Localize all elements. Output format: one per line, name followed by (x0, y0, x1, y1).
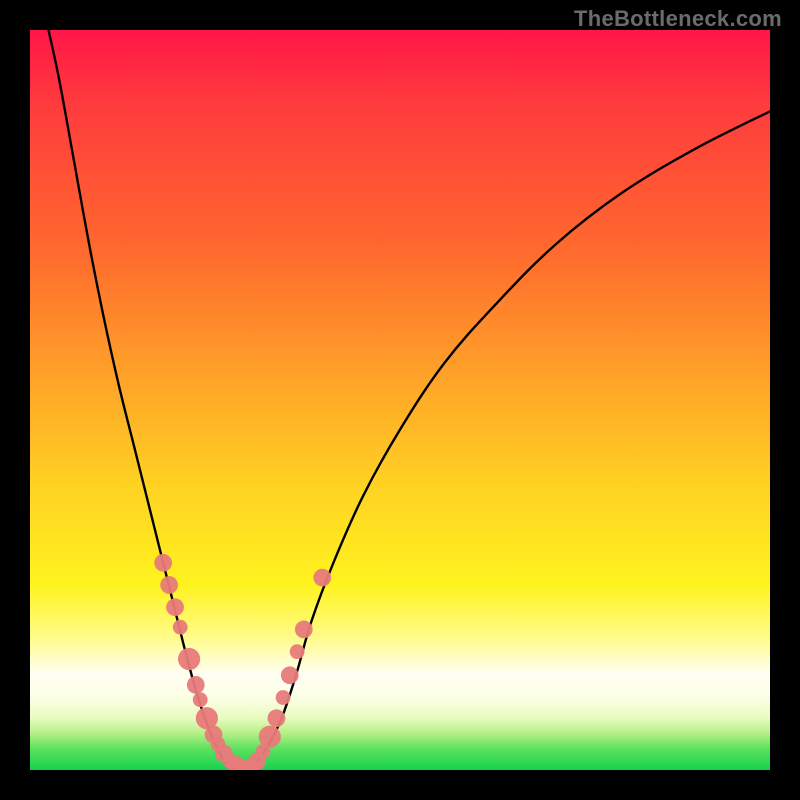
data-marker (276, 690, 291, 705)
data-marker (259, 726, 281, 748)
curve-left-curve (49, 30, 245, 770)
data-marker (313, 569, 331, 587)
data-marker (281, 666, 299, 684)
data-marker (166, 598, 184, 616)
curve-layer (49, 30, 771, 770)
data-marker (187, 676, 205, 694)
marker-layer (154, 554, 331, 770)
watermark-text: TheBottleneck.com (574, 6, 782, 32)
curve-right-curve (245, 111, 770, 770)
data-marker (160, 576, 178, 594)
data-marker (154, 554, 172, 572)
data-marker (173, 620, 188, 635)
data-marker (290, 644, 305, 659)
chart-frame: TheBottleneck.com (0, 0, 800, 800)
data-marker (193, 692, 208, 707)
data-marker (295, 621, 313, 639)
chart-svg (30, 30, 770, 770)
data-marker (268, 709, 286, 727)
plot-area (30, 30, 770, 770)
data-marker (178, 648, 200, 670)
